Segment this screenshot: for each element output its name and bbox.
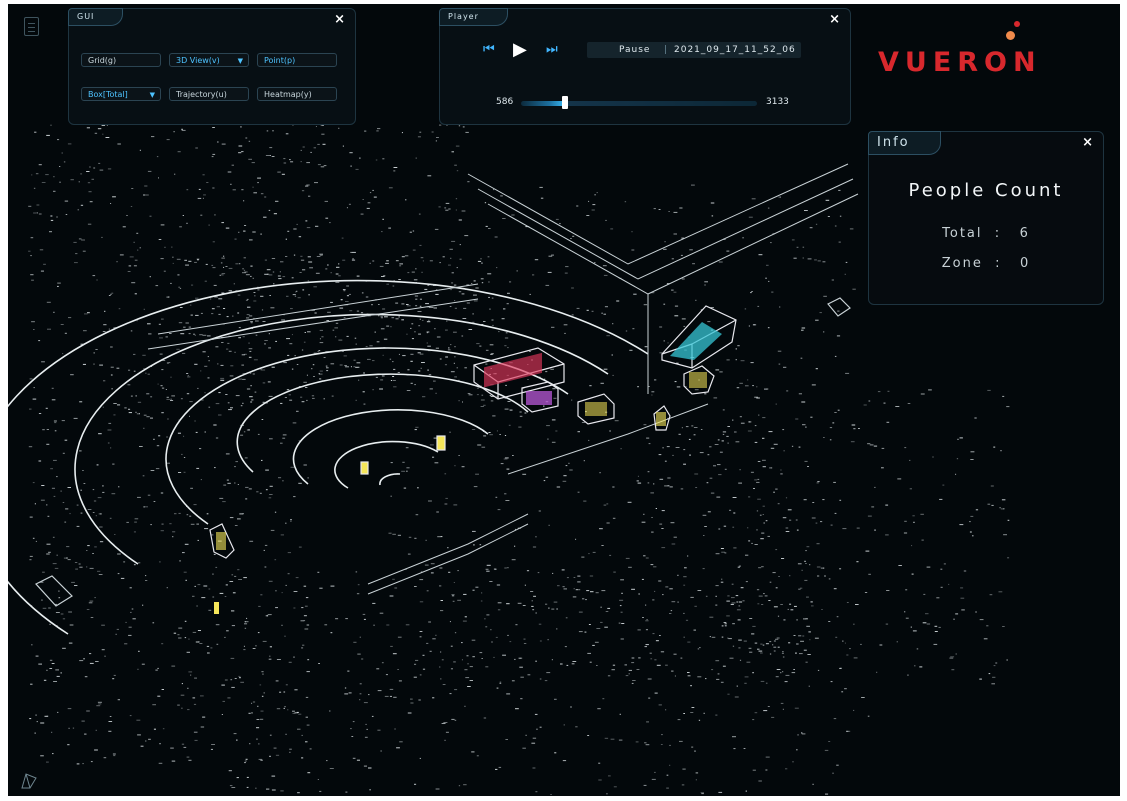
info-panel: Info × People Count Total : 6 Zone : 0	[868, 131, 1104, 305]
gui-close-button[interactable]: ×	[334, 13, 345, 27]
view-select[interactable]: 3D View(v) ▼	[169, 53, 249, 67]
chevron-down-icon: ▼	[149, 91, 155, 99]
progress-track[interactable]	[521, 101, 757, 106]
total-frames: 3133	[766, 97, 789, 107]
detection-box-cyan	[661, 305, 737, 369]
detection-box-purple	[521, 381, 559, 413]
info-panel-title: Info	[868, 131, 941, 155]
grid-toggle[interactable]: Grid(g)	[81, 53, 161, 67]
camera-frustum-icon[interactable]	[20, 772, 38, 790]
info-close-button[interactable]: ×	[1082, 136, 1093, 150]
player-panel-title: Player	[439, 8, 508, 26]
box-select-label: Box[Total]	[88, 90, 128, 99]
total-colon: :	[994, 226, 1002, 241]
player-panel: Player × ⏮ ▶ ⏭ Pause | 2021_09_17_11_52_…	[439, 8, 851, 125]
progress-thumb[interactable]	[562, 96, 569, 109]
zone-value: 0	[1019, 256, 1031, 271]
people-count-heading: People Count	[908, 180, 1064, 201]
next-button[interactable]: ⏭	[546, 42, 558, 57]
logo-dot-red	[1014, 21, 1020, 27]
recording-name: 2021_09_17_11_52_06	[674, 45, 796, 55]
current-frame: 586	[496, 97, 514, 107]
point-toggle[interactable]: Point(p)	[257, 53, 337, 67]
lidar-rings	[8, 279, 649, 635]
total-label: Total	[942, 226, 983, 241]
detection-box-yellow-group	[209, 365, 715, 614]
play-button[interactable]: ▶	[513, 39, 527, 60]
skip-back-icon: ⏮	[483, 42, 495, 57]
trajectory-toggle[interactable]: Trajectory(u)	[169, 87, 249, 101]
box-select[interactable]: Box[Total] ▼	[81, 87, 161, 101]
view-select-label: 3D View(v)	[176, 56, 220, 65]
detection-boxes	[35, 297, 851, 614]
zone-colon: :	[995, 256, 1002, 271]
heatmap-toggle[interactable]: Heatmap(y)	[257, 87, 337, 101]
document-icon[interactable]	[24, 17, 39, 36]
playback-status: Pause | 2021_09_17_11_52_06	[587, 42, 801, 58]
play-icon: ▶	[513, 39, 527, 60]
player-close-button[interactable]: ×	[829, 13, 840, 27]
previous-button[interactable]: ⏮	[483, 42, 495, 57]
gui-panel-title: GUI	[68, 8, 124, 26]
zone-label: Zone	[941, 256, 983, 271]
gui-panel: GUI × Grid(g) 3D View(v) ▼ Point(p) Box[…	[68, 8, 356, 125]
zone-count-row: Zone : 0	[869, 256, 1103, 271]
total-value: 6	[1019, 226, 1030, 241]
logo-dot-orange	[1006, 31, 1015, 40]
vueron-logo: VUERON	[878, 47, 1042, 78]
lidar-viewer: GUI × Grid(g) 3D View(v) ▼ Point(p) Box[…	[8, 4, 1120, 796]
total-count-row: Total : 6	[869, 226, 1103, 241]
status-separator: |	[664, 45, 669, 55]
playback-state: Pause	[619, 45, 651, 55]
point-cloud	[28, 124, 1010, 795]
skip-forward-icon: ⏭	[546, 42, 558, 57]
chevron-down-icon: ▼	[237, 57, 243, 65]
